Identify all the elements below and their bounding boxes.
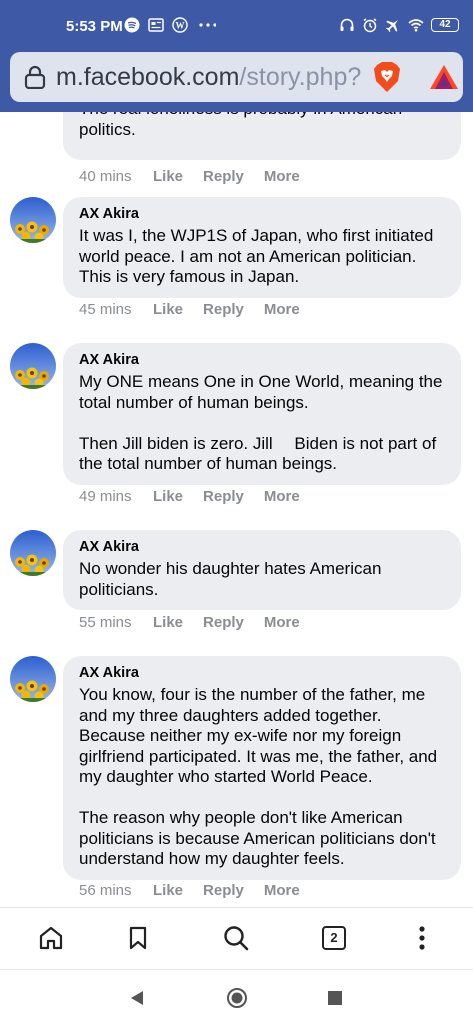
brave-shields-icon[interactable] <box>372 61 402 93</box>
comment-author[interactable]: AX Akira <box>79 664 447 682</box>
status-time: 5:53 PM <box>66 18 123 35</box>
reply-button[interactable]: Reply <box>203 168 244 185</box>
url-domain: m.facebook.com <box>56 63 240 91</box>
more-button[interactable]: More <box>264 614 300 631</box>
comment-meta: 55 mins Like Reply More <box>79 614 320 631</box>
back-nav-icon[interactable] <box>126 987 148 1009</box>
comment-bubble[interactable]: AX Akira My ONE means One in One World, … <box>63 343 461 485</box>
comment-meta: 56 mins Like Reply More <box>79 882 320 899</box>
bookmarks-button[interactable] <box>123 923 153 953</box>
tabs-button[interactable]: 2 <box>319 923 349 953</box>
airplane-icon <box>385 20 398 33</box>
comment-author[interactable]: AX Akira <box>79 351 447 369</box>
url-text[interactable]: m.facebook.com/story.php? <box>56 63 361 92</box>
more-dots-icon <box>199 23 216 27</box>
comment-author[interactable]: AX Akira <box>79 205 447 223</box>
alarm-icon <box>363 18 377 33</box>
avatar[interactable] <box>10 197 56 243</box>
avatar[interactable] <box>10 656 56 702</box>
reply-button[interactable]: Reply <box>203 614 244 631</box>
wordpress-icon: W <box>172 17 188 33</box>
comment-bubble[interactable]: AX Akira No wonder his daughter hates Am… <box>63 530 461 610</box>
more-button[interactable]: More <box>264 488 300 505</box>
comment-meta: 49 mins Like Reply More <box>79 488 320 505</box>
menu-button[interactable] <box>407 923 437 953</box>
system-nav-bar <box>0 969 473 1024</box>
like-button[interactable]: Like <box>153 301 183 318</box>
avatar[interactable] <box>10 530 56 576</box>
url-path: /story.php? <box>239 63 362 91</box>
like-button[interactable]: Like <box>153 882 183 899</box>
url-bar[interactable]: m.facebook.com/story.php? <box>10 52 463 102</box>
browser-header: 5:53 PM W 42 m.facebook.com/story.php? <box>0 0 473 112</box>
comment-text: You know, four is the number of the fath… <box>79 685 438 868</box>
brave-rewards-icon[interactable] <box>429 64 459 90</box>
home-nav-icon[interactable] <box>226 987 248 1009</box>
comment-bubble[interactable]: AX Akira You know, four is the number of… <box>63 656 461 880</box>
like-button[interactable]: Like <box>153 488 183 505</box>
comment-bubble[interactable]: The real loneliness is probably in Ameri… <box>63 112 461 160</box>
battery-icon: 42 <box>431 18 459 32</box>
comment-time: 56 mins <box>79 882 132 899</box>
like-button[interactable]: Like <box>153 168 183 185</box>
more-button[interactable]: More <box>264 301 300 318</box>
avatar[interactable] <box>10 343 56 389</box>
comment-time: 49 mins <box>79 488 132 505</box>
news-icon <box>148 18 164 32</box>
comment-time: 40 mins <box>79 168 132 185</box>
search-icon <box>224 926 249 951</box>
comment-meta: 45 mins Like Reply More <box>79 301 320 318</box>
comment-bubble[interactable]: AX Akira It was I, the WJP1S of Japan, w… <box>63 197 461 298</box>
comment-author[interactable]: AX Akira <box>79 538 447 556</box>
comment-text: It was I, the WJP1S of Japan, who first … <box>79 226 434 286</box>
search-button[interactable] <box>221 923 251 953</box>
bookmark-icon <box>129 926 147 950</box>
spotify-icon <box>124 17 140 33</box>
reply-button[interactable]: Reply <box>203 301 244 318</box>
comment-time: 45 mins <box>79 301 132 318</box>
reply-button[interactable]: Reply <box>203 488 244 505</box>
wifi-icon <box>408 19 424 32</box>
comment-text: No wonder his daughter hates American po… <box>79 559 382 599</box>
lock-icon[interactable] <box>24 65 46 89</box>
tab-count: 2 <box>322 926 346 950</box>
status-bar: 5:53 PM W 42 <box>0 0 473 52</box>
home-icon <box>39 926 63 950</box>
browser-toolbar: 2 <box>0 907 473 969</box>
headset-icon <box>340 18 354 31</box>
like-button[interactable]: Like <box>153 614 183 631</box>
reply-button[interactable]: Reply <box>203 882 244 899</box>
more-button[interactable]: More <box>264 168 300 185</box>
svg-text:W: W <box>176 21 185 31</box>
comments-feed[interactable]: The real loneliness is probably in Ameri… <box>0 112 473 907</box>
comment-meta: 40 mins Like Reply More <box>79 168 320 185</box>
more-button[interactable]: More <box>264 882 300 899</box>
comment-text: My ONE means One in One World, meaning t… <box>79 372 443 473</box>
home-button[interactable] <box>36 923 66 953</box>
more-vertical-icon <box>419 926 425 950</box>
recents-nav-icon[interactable] <box>324 987 346 1009</box>
comment-text: The real loneliness is probably in Ameri… <box>79 112 402 139</box>
comment-time: 55 mins <box>79 614 132 631</box>
